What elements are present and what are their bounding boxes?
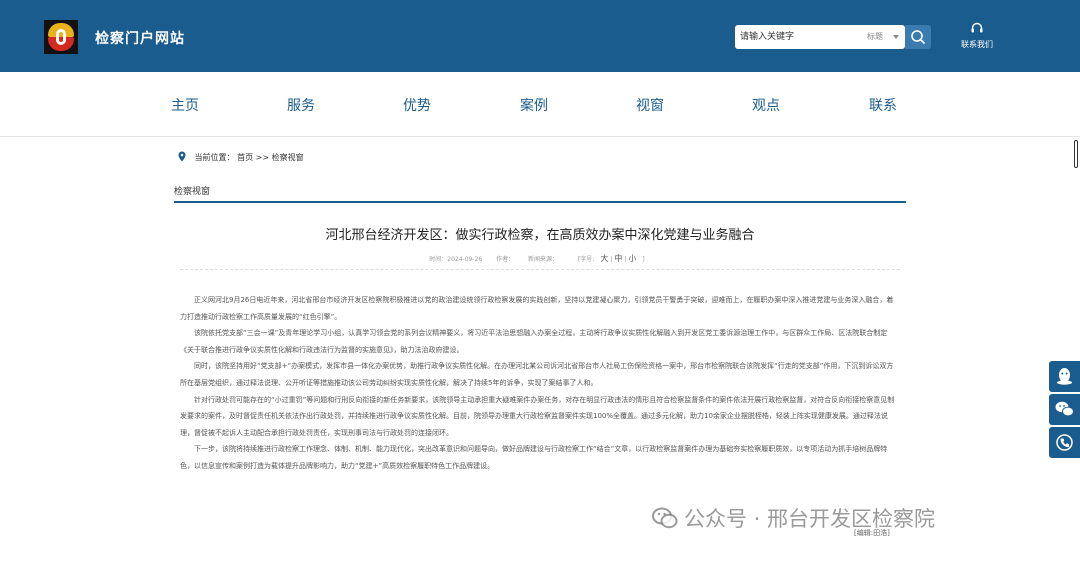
headset-icon — [971, 22, 983, 33]
article-paragraph: 针对行政处罚可能存在的“小过重罚”等问题和行刑反向衔接的新任务新要求，该院领导主… — [180, 395, 895, 437]
font-size-small-button[interactable]: 小 — [628, 254, 636, 263]
nav-item-cases[interactable]: 案例 — [520, 95, 548, 115]
breadcrumb-home-link[interactable]: 首页 — [237, 153, 253, 162]
map-pin-icon — [178, 151, 186, 162]
article-meta: 时间：2024-09-26 作者： 新闻来源： [字号: 大 | 中 | 小] — [180, 253, 900, 264]
main-nav: 主页 服务 优势 案例 视窗 观点 联系 — [0, 72, 1080, 137]
article-paragraph: 该院依托党支部“三会一课”及青年理论学习小组，认真学习领会党的系列会议精神要义，… — [180, 329, 888, 354]
font-size-large-button[interactable]: 大 — [600, 254, 608, 263]
font-size-medium-button[interactable]: 中 — [614, 254, 622, 263]
article-source: 新闻来源： — [528, 256, 559, 263]
search-input[interactable] — [735, 25, 855, 49]
chevron-down-icon — [893, 35, 899, 39]
watermark-text: 公众号 · 邢台开发区检察院 — [684, 507, 936, 531]
article-author: 作者： — [496, 256, 515, 263]
article-body: 正义网河北9月26日电近年来，河北省邢台市经济开发区检察院积极推进以党的政治建设… — [180, 292, 900, 475]
wechat-logo-icon — [652, 507, 678, 529]
nav-item-window[interactable]: 视窗 — [636, 95, 664, 115]
procuratorate-logo[interactable] — [44, 20, 78, 54]
font-size-prefix: [字号: — [577, 256, 595, 263]
search-button[interactable] — [905, 25, 931, 49]
site-title[interactable]: 检察门户网站 — [95, 28, 185, 48]
article-paragraph: 正义网河北9月26日电近年来，河北省邢台市经济开发区检察院积极推进以党的政治建设… — [180, 296, 894, 321]
section-divider — [174, 201, 906, 203]
contact-us-label: 联系我们 — [961, 40, 993, 49]
contact-us-link[interactable]: 联系我们 — [955, 22, 999, 50]
meta-divider — [180, 269, 900, 270]
article-paragraph: 同时，该院坚持用好“党支部+”办案模式，发挥市县一体化办案优势，助推行政争议实质… — [180, 362, 894, 387]
nav-item-advantages[interactable]: 优势 — [403, 95, 431, 115]
search-box: 标题 — [735, 25, 905, 49]
font-size-control: [字号: 大 | 中 | 小] — [577, 254, 645, 263]
scrollbar-thumb[interactable] — [1074, 140, 1078, 168]
article-paragraph: 下一步，该院将持续推进行政检察工作理念、体制、机制、能力现代化，突出改革意识和问… — [180, 445, 888, 470]
nav-item-viewpoints[interactable]: 观点 — [752, 95, 780, 115]
search-scope-select[interactable]: 标题 — [867, 31, 883, 42]
search-icon — [911, 30, 925, 44]
nav-item-home[interactable]: 主页 — [171, 95, 199, 115]
breadcrumb-prefix: 当前位置： — [194, 153, 235, 162]
article-time: 时间：2024-09-26 — [429, 256, 483, 263]
section-title: 检察视窗 — [174, 187, 211, 197]
font-size-suffix: ] — [642, 256, 645, 263]
site-header: 检察门户网站 标题 联系我们 — [0, 0, 1080, 72]
nav-item-services[interactable]: 服务 — [287, 95, 315, 115]
scrollbar[interactable] — [1073, 138, 1079, 558]
nav-item-contact[interactable]: 联系 — [869, 95, 897, 115]
breadcrumb-separator: >> — [255, 153, 270, 162]
article-title: 河北邢台经济开发区：做实行政检察，在高质效办案中深化党建与业务融合 — [325, 228, 755, 243]
breadcrumb-current[interactable]: 检察视窗 — [272, 153, 304, 162]
breadcrumb: 当前位置： 首页 >> 检察视窗 — [178, 151, 304, 163]
